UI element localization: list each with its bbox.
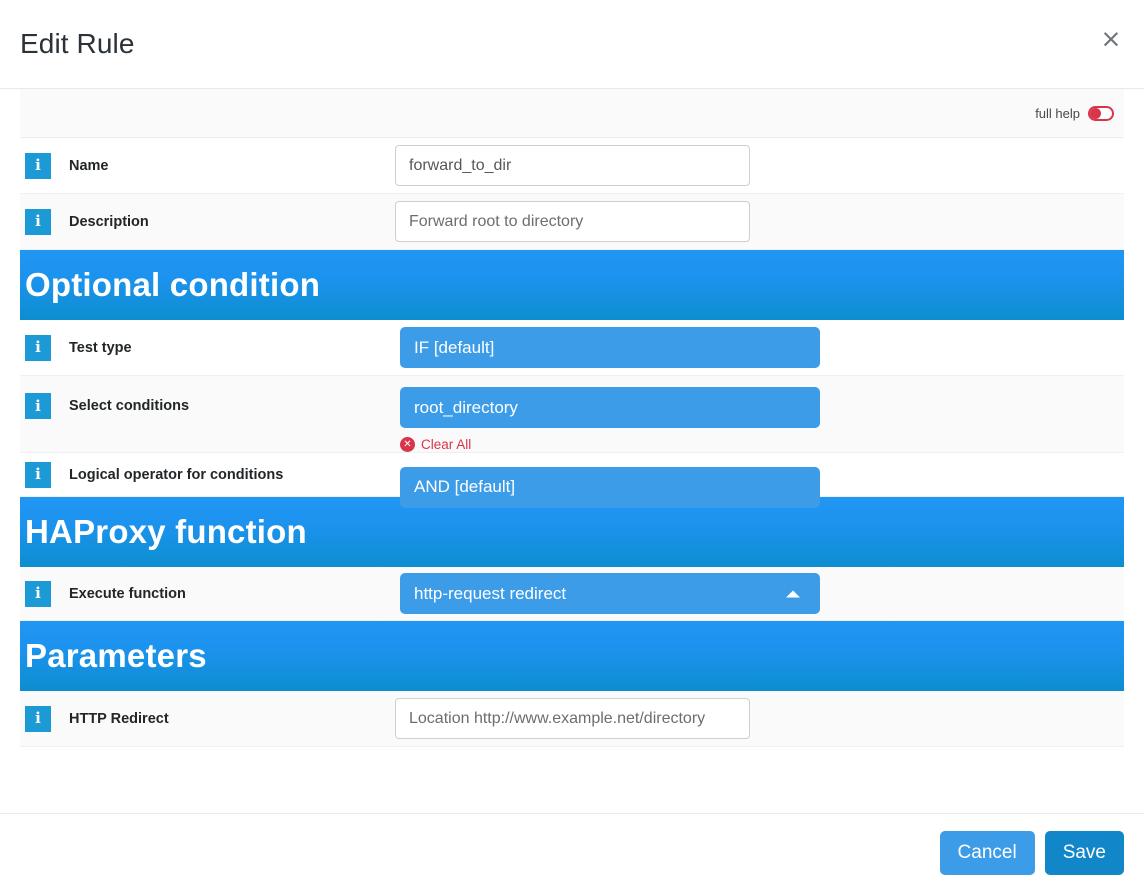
execute-function-value: http-request redirect (414, 583, 567, 603)
select-conditions-value: root_directory (414, 397, 518, 417)
row-label-name: i Name (20, 152, 395, 179)
clear-all-label: Clear All (421, 437, 472, 452)
name-input[interactable] (395, 145, 750, 186)
row-label-description: i Description (20, 208, 395, 235)
row-label-execute-function: i Execute function (20, 580, 395, 607)
edit-rule-dialog: Edit Rule × full help i Name i Descripti… (0, 0, 1144, 892)
field-label-execute-function: Execute function (69, 585, 186, 602)
row-execute-function: i Execute function http-request redirect (20, 567, 1124, 621)
close-icon[interactable]: × (1098, 25, 1124, 51)
select-conditions-select[interactable]: root_directory (400, 387, 820, 428)
section-header-parameters: Parameters (20, 621, 1124, 691)
row-field-name (395, 145, 1124, 186)
row-field-test-type: IF [default] (395, 327, 1124, 368)
test-type-value: IF [default] (414, 337, 495, 357)
info-icon[interactable]: i (25, 705, 51, 732)
row-field-http-redirect (395, 698, 1124, 739)
info-icon[interactable]: i (25, 393, 51, 419)
row-field-description (395, 201, 1124, 242)
row-field-execute-function: http-request redirect (395, 573, 1124, 614)
full-help-bar: full help (20, 89, 1124, 138)
full-help-label: full help (1035, 105, 1080, 121)
field-label-select-conditions: Select conditions (69, 398, 190, 414)
section-header-haproxy-function: HAProxy function (20, 497, 1124, 567)
row-label-logical-operator: i Logical operator for conditions (20, 461, 395, 488)
test-type-select[interactable]: IF [default] (400, 327, 820, 368)
field-label-http-redirect: HTTP Redirect (69, 710, 169, 727)
dialog-header: Edit Rule × (0, 0, 1144, 89)
http-redirect-input[interactable] (395, 698, 750, 739)
row-select-conditions: i Select conditions root_directory ✕ Cle… (20, 376, 1124, 453)
row-logical-operator: i Logical operator for conditions AND [d… (20, 453, 1124, 508)
row-test-type: i Test type IF [default] (20, 320, 1124, 376)
caret-up-icon (786, 590, 800, 597)
clear-circle-x-icon: ✕ (400, 437, 415, 452)
info-icon[interactable]: i (25, 334, 51, 361)
field-label-name: Name (69, 157, 109, 174)
row-field-select-conditions: root_directory ✕ Clear All (395, 387, 1124, 452)
section-header-optional-condition: Optional condition (20, 250, 1124, 320)
logical-operator-value: AND [default] (414, 477, 516, 496)
dialog-body: full help i Name i Description Optional (0, 89, 1144, 813)
save-button[interactable]: Save (1044, 831, 1124, 875)
row-label-test-type: i Test type (20, 334, 395, 361)
cancel-button[interactable]: Cancel (939, 831, 1035, 875)
info-icon[interactable]: i (25, 152, 51, 179)
full-help-toggle[interactable] (1088, 105, 1114, 121)
info-icon[interactable]: i (25, 461, 51, 488)
field-label-description: Description (69, 213, 149, 230)
clear-all-button[interactable]: ✕ Clear All (400, 437, 471, 452)
description-input[interactable] (395, 201, 750, 242)
field-label-logical-operator: Logical operator for conditions (69, 466, 284, 483)
info-icon[interactable]: i (25, 580, 51, 607)
page-title: Edit Rule (20, 28, 135, 59)
row-http-redirect: i HTTP Redirect (20, 691, 1124, 747)
row-label-select-conditions: i Select conditions (20, 393, 395, 419)
execute-function-select[interactable]: http-request redirect (400, 573, 820, 614)
info-icon[interactable]: i (25, 208, 51, 235)
row-description: i Description (20, 194, 1124, 250)
logical-operator-select[interactable]: AND [default] (400, 466, 820, 508)
row-label-http-redirect: i HTTP Redirect (20, 705, 395, 732)
field-label-test-type: Test type (69, 339, 132, 356)
dialog-footer: Cancel Save (0, 813, 1144, 892)
row-name: i Name (20, 138, 1124, 194)
